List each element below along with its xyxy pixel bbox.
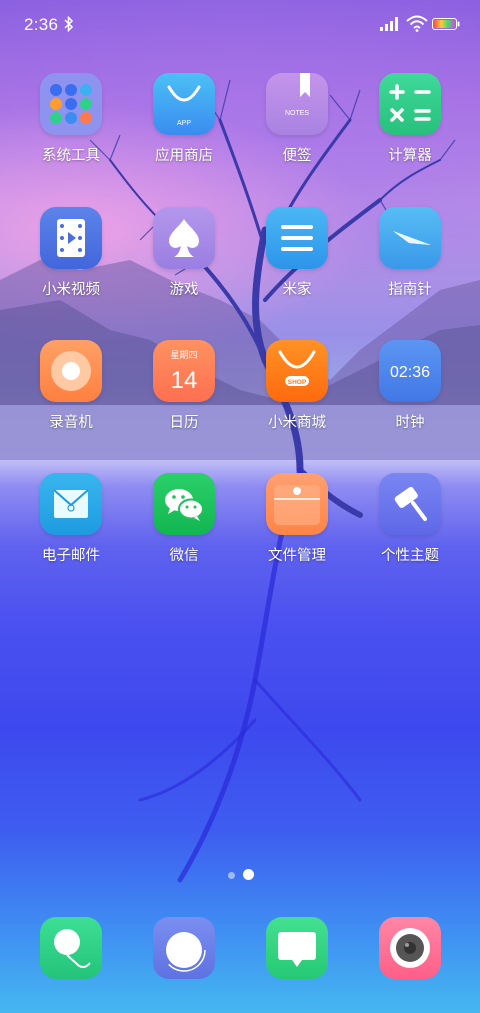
app-file-manager[interactable]: 文件管理	[247, 473, 347, 565]
app-mi-home[interactable]: 米家	[247, 207, 347, 299]
calendar-icon: 星期四 14	[153, 340, 215, 402]
app-calculator[interactable]: 计算器	[360, 73, 460, 165]
calculator-icon	[379, 73, 441, 135]
page-indicator	[0, 868, 480, 882]
svg-text:SHOP: SHOP	[288, 379, 307, 386]
menu-icon	[266, 207, 328, 269]
svg-text:星期四: 星期四	[170, 350, 197, 361]
dock-phone-app[interactable]	[40, 917, 102, 979]
clock-icon: 02:36	[379, 340, 441, 402]
app-label: 系统工具	[42, 148, 100, 164]
folder-icon	[40, 73, 102, 135]
record-icon	[40, 340, 102, 402]
app-recorder[interactable]: 录音机	[21, 340, 121, 432]
app-label: 应用商店	[155, 148, 213, 164]
app-label: 日历	[169, 415, 199, 431]
app-system-tools[interactable]: 系统工具	[21, 73, 121, 165]
spade-icon	[153, 207, 215, 269]
app-label: 游戏	[169, 282, 199, 298]
shopping-bag-icon: APP	[153, 73, 215, 135]
folder-file-icon	[266, 473, 328, 535]
app-clock[interactable]: 02:36 时钟	[360, 340, 460, 432]
dock-messages-app[interactable]	[266, 917, 328, 979]
svg-text:02:36: 02:36	[390, 364, 430, 381]
shop-bag-icon: SHOP	[266, 340, 328, 402]
status-bar: 2:36	[0, 0, 480, 52]
dock-browser-app[interactable]	[153, 917, 215, 979]
phone-icon	[54, 929, 91, 969]
video-icon	[40, 207, 102, 269]
svg-text:NOTES: NOTES	[285, 110, 309, 117]
app-wechat[interactable]: 微信	[134, 473, 234, 565]
app-app-store[interactable]: APP 应用商店	[134, 73, 234, 165]
app-email[interactable]: 电子邮件	[21, 473, 121, 565]
browser-icon	[162, 928, 206, 972]
page-dot-1[interactable]	[228, 872, 235, 879]
app-label: 计算器	[388, 148, 432, 164]
camera-icon	[390, 928, 430, 968]
mail-icon	[40, 473, 102, 535]
paint-roller-icon	[379, 473, 441, 535]
compass-icon	[379, 207, 441, 269]
app-label: 文件管理	[268, 548, 326, 564]
app-label: 小米视频	[42, 282, 100, 298]
notes-icon: NOTES	[266, 73, 328, 135]
app-themes[interactable]: 个性主题	[360, 473, 460, 565]
svg-text:APP: APP	[177, 120, 191, 127]
bluetooth-icon	[64, 16, 74, 32]
wifi-icon	[406, 15, 428, 32]
app-compass[interactable]: 指南针	[360, 207, 460, 299]
dock-camera-app[interactable]	[379, 917, 441, 979]
app-label: 个性主题	[381, 548, 439, 564]
battery-icon	[432, 18, 460, 30]
app-label: 微信	[169, 548, 199, 564]
app-label: 指南针	[388, 282, 432, 298]
signal-icon	[380, 17, 398, 31]
app-mi-video[interactable]: 小米视频	[21, 207, 121, 299]
app-label: 米家	[282, 282, 312, 298]
app-notes[interactable]: NOTES 便签	[247, 73, 347, 165]
app-calendar[interactable]: 星期四 14 日历	[134, 340, 234, 432]
status-time: 2:36	[24, 15, 59, 34]
app-label: 录音机	[49, 415, 93, 431]
app-label: 时钟	[395, 415, 425, 431]
message-icon	[278, 932, 316, 967]
app-games[interactable]: 游戏	[134, 207, 234, 299]
app-label: 便签	[282, 148, 312, 164]
app-mi-store[interactable]: SHOP 小米商城	[247, 340, 347, 432]
app-label: 小米商城	[268, 415, 326, 431]
svg-text:14: 14	[171, 367, 198, 394]
wechat-icon	[153, 473, 215, 535]
page-dot-2-active[interactable]	[243, 869, 254, 880]
app-label: 电子邮件	[42, 548, 100, 564]
